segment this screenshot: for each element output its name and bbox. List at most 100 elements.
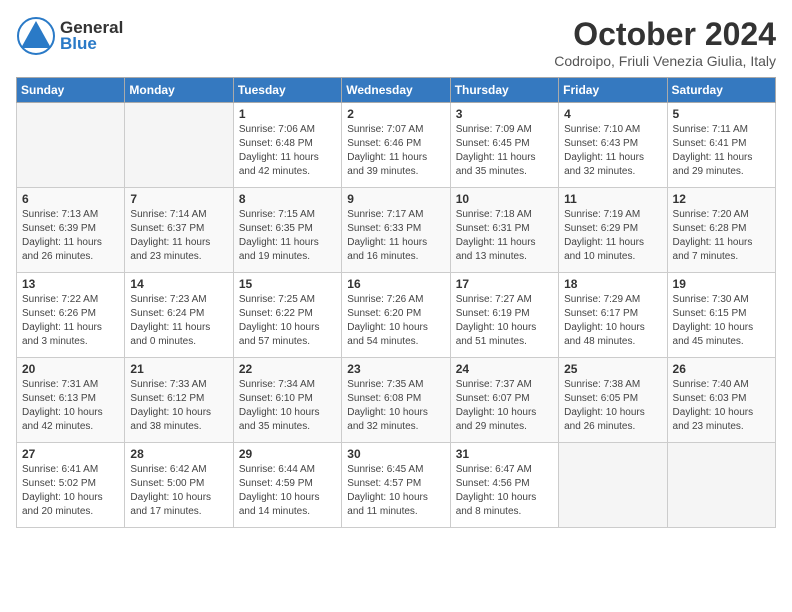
day-info: Sunrise: 7:26 AM Sunset: 6:20 PM Dayligh…	[347, 293, 444, 349]
calendar-cell: 21 Sunrise: 7:33 AM Sunset: 6:12 PM Dayli…	[125, 358, 233, 443]
calendar-cell: 12 Sunrise: 7:20 AM Sunset: 6:28 PM Dayli…	[667, 188, 775, 273]
calendar-cell: 22 Sunrise: 7:34 AM Sunset: 6:10 PM Dayli…	[233, 358, 341, 443]
day-info: Sunrise: 7:29 AM Sunset: 6:17 PM Dayligh…	[564, 293, 661, 349]
day-number: 5	[673, 107, 770, 121]
column-header-tuesday: Tuesday	[233, 78, 341, 103]
calendar-cell: 23Sunrise: 7:35 AM Sunset: 6:08 PM Dayli…	[342, 358, 450, 443]
calendar-cell	[17, 103, 125, 188]
page-header: General Blue October 2024 Codroipo, Friu…	[16, 16, 776, 69]
column-header-sunday: Sunday	[17, 78, 125, 103]
logo-text: General Blue	[60, 18, 123, 54]
day-number: 23	[347, 362, 444, 376]
calendar-week-2: 6 Sunrise: 7:13 AM Sunset: 6:39 PM Daylig…	[17, 188, 776, 273]
calendar-cell: 7 Sunrise: 7:14 AM Sunset: 6:37 PM Daylig…	[125, 188, 233, 273]
day-info: Sunrise: 6:42 AM Sunset: 5:00 PM Dayligh…	[130, 463, 227, 519]
calendar-cell: 27 Sunrise: 6:41 AM Sunset: 5:02 PM Dayli…	[17, 443, 125, 528]
calendar-cell: 28Sunrise: 6:42 AM Sunset: 5:00 PM Dayli…	[125, 443, 233, 528]
day-number: 11	[564, 192, 661, 206]
day-info: Sunrise: 7:23 AM Sunset: 6:24 PM Dayligh…	[130, 293, 227, 349]
day-number: 21	[130, 362, 227, 376]
calendar-table: SundayMondayTuesdayWednesdayThursdayFrid…	[16, 77, 776, 528]
day-info: Sunrise: 7:33 AM Sunset: 6:12 PM Dayligh…	[130, 378, 227, 434]
day-number: 15	[239, 277, 336, 291]
calendar-header-row: SundayMondayTuesdayWednesdayThursdayFrid…	[17, 78, 776, 103]
calendar-cell: 31 Sunrise: 6:47 AM Sunset: 4:56 PM Dayli…	[450, 443, 558, 528]
calendar-cell: 8 Sunrise: 7:15 AM Sunset: 6:35 PM Daylig…	[233, 188, 341, 273]
day-number: 10	[456, 192, 553, 206]
day-number: 17	[456, 277, 553, 291]
day-number: 31	[456, 447, 553, 461]
calendar-week-5: 27 Sunrise: 6:41 AM Sunset: 5:02 PM Dayli…	[17, 443, 776, 528]
day-number: 7	[130, 192, 227, 206]
day-number: 3	[456, 107, 553, 121]
day-info: Sunrise: 7:22 AM Sunset: 6:26 PM Dayligh…	[22, 293, 119, 349]
day-number: 27	[22, 447, 119, 461]
day-info: Sunrise: 7:25 AM Sunset: 6:22 PM Dayligh…	[239, 293, 336, 349]
column-header-saturday: Saturday	[667, 78, 775, 103]
location-title: Codroipo, Friuli Venezia Giulia, Italy	[554, 53, 776, 69]
day-number: 20	[22, 362, 119, 376]
calendar-cell: 24Sunrise: 7:37 AM Sunset: 6:07 PM Dayli…	[450, 358, 558, 443]
calendar-cell: 9 Sunrise: 7:17 AM Sunset: 6:33 PM Daylig…	[342, 188, 450, 273]
month-title: October 2024	[554, 16, 776, 53]
day-info: Sunrise: 6:47 AM Sunset: 4:56 PM Dayligh…	[456, 463, 553, 519]
day-info: Sunrise: 7:30 AM Sunset: 6:15 PM Dayligh…	[673, 293, 770, 349]
calendar-cell: 29Sunrise: 6:44 AM Sunset: 4:59 PM Dayli…	[233, 443, 341, 528]
day-info: Sunrise: 7:34 AM Sunset: 6:10 PM Dayligh…	[239, 378, 336, 434]
day-info: Sunrise: 7:31 AM Sunset: 6:13 PM Dayligh…	[22, 378, 119, 434]
day-info: Sunrise: 7:20 AM Sunset: 6:28 PM Dayligh…	[673, 208, 770, 264]
logo-icon	[16, 16, 56, 56]
day-info: Sunrise: 7:40 AM Sunset: 6:03 PM Dayligh…	[673, 378, 770, 434]
day-info: Sunrise: 7:17 AM Sunset: 6:33 PM Dayligh…	[347, 208, 444, 264]
calendar-cell: 15 Sunrise: 7:25 AM Sunset: 6:22 PM Dayli…	[233, 273, 341, 358]
calendar-cell: 5Sunrise: 7:11 AM Sunset: 6:41 PM Daylig…	[667, 103, 775, 188]
calendar-cell	[125, 103, 233, 188]
calendar-cell: 2Sunrise: 7:07 AM Sunset: 6:46 PM Daylig…	[342, 103, 450, 188]
day-info: Sunrise: 7:27 AM Sunset: 6:19 PM Dayligh…	[456, 293, 553, 349]
calendar-cell	[667, 443, 775, 528]
day-number: 1	[239, 107, 336, 121]
calendar-cell: 18 Sunrise: 7:29 AM Sunset: 6:17 PM Dayli…	[559, 273, 667, 358]
calendar-cell: 13Sunrise: 7:22 AM Sunset: 6:26 PM Dayli…	[17, 273, 125, 358]
day-number: 8	[239, 192, 336, 206]
day-number: 9	[347, 192, 444, 206]
day-number: 25	[564, 362, 661, 376]
calendar-cell: 26 Sunrise: 7:40 AM Sunset: 6:03 PM Dayli…	[667, 358, 775, 443]
day-info: Sunrise: 7:18 AM Sunset: 6:31 PM Dayligh…	[456, 208, 553, 264]
day-info: Sunrise: 7:37 AM Sunset: 6:07 PM Dayligh…	[456, 378, 553, 434]
calendar-cell: 1 Sunrise: 7:06 AM Sunset: 6:48 PM Daylig…	[233, 103, 341, 188]
day-info: Sunrise: 6:41 AM Sunset: 5:02 PM Dayligh…	[22, 463, 119, 519]
calendar-cell: 11Sunrise: 7:19 AM Sunset: 6:29 PM Dayli…	[559, 188, 667, 273]
logo: General Blue	[16, 16, 123, 56]
day-info: Sunrise: 7:13 AM Sunset: 6:39 PM Dayligh…	[22, 208, 119, 264]
day-number: 18	[564, 277, 661, 291]
day-number: 16	[347, 277, 444, 291]
day-number: 19	[673, 277, 770, 291]
day-number: 22	[239, 362, 336, 376]
column-header-monday: Monday	[125, 78, 233, 103]
calendar-cell: 16 Sunrise: 7:26 AM Sunset: 6:20 PM Dayli…	[342, 273, 450, 358]
calendar-cell: 25Sunrise: 7:38 AM Sunset: 6:05 PM Dayli…	[559, 358, 667, 443]
calendar-cell: 20 Sunrise: 7:31 AM Sunset: 6:13 PM Dayli…	[17, 358, 125, 443]
column-header-wednesday: Wednesday	[342, 78, 450, 103]
day-info: Sunrise: 7:07 AM Sunset: 6:46 PM Dayligh…	[347, 123, 444, 179]
day-info: Sunrise: 7:15 AM Sunset: 6:35 PM Dayligh…	[239, 208, 336, 264]
calendar-cell: 6 Sunrise: 7:13 AM Sunset: 6:39 PM Daylig…	[17, 188, 125, 273]
day-number: 30	[347, 447, 444, 461]
day-number: 29	[239, 447, 336, 461]
day-number: 26	[673, 362, 770, 376]
calendar-cell: 14 Sunrise: 7:23 AM Sunset: 6:24 PM Dayli…	[125, 273, 233, 358]
title-block: October 2024 Codroipo, Friuli Venezia Gi…	[554, 16, 776, 69]
calendar-cell: 17 Sunrise: 7:27 AM Sunset: 6:19 PM Dayli…	[450, 273, 558, 358]
calendar-week-3: 13Sunrise: 7:22 AM Sunset: 6:26 PM Dayli…	[17, 273, 776, 358]
day-number: 6	[22, 192, 119, 206]
calendar-cell: 10 Sunrise: 7:18 AM Sunset: 6:31 PM Dayli…	[450, 188, 558, 273]
calendar-cell: 4Sunrise: 7:10 AM Sunset: 6:43 PM Daylig…	[559, 103, 667, 188]
calendar-week-4: 20 Sunrise: 7:31 AM Sunset: 6:13 PM Dayli…	[17, 358, 776, 443]
day-info: Sunrise: 7:14 AM Sunset: 6:37 PM Dayligh…	[130, 208, 227, 264]
day-info: Sunrise: 6:45 AM Sunset: 4:57 PM Dayligh…	[347, 463, 444, 519]
day-number: 12	[673, 192, 770, 206]
calendar-cell	[559, 443, 667, 528]
day-number: 14	[130, 277, 227, 291]
day-info: Sunrise: 7:06 AM Sunset: 6:48 PM Dayligh…	[239, 123, 336, 179]
